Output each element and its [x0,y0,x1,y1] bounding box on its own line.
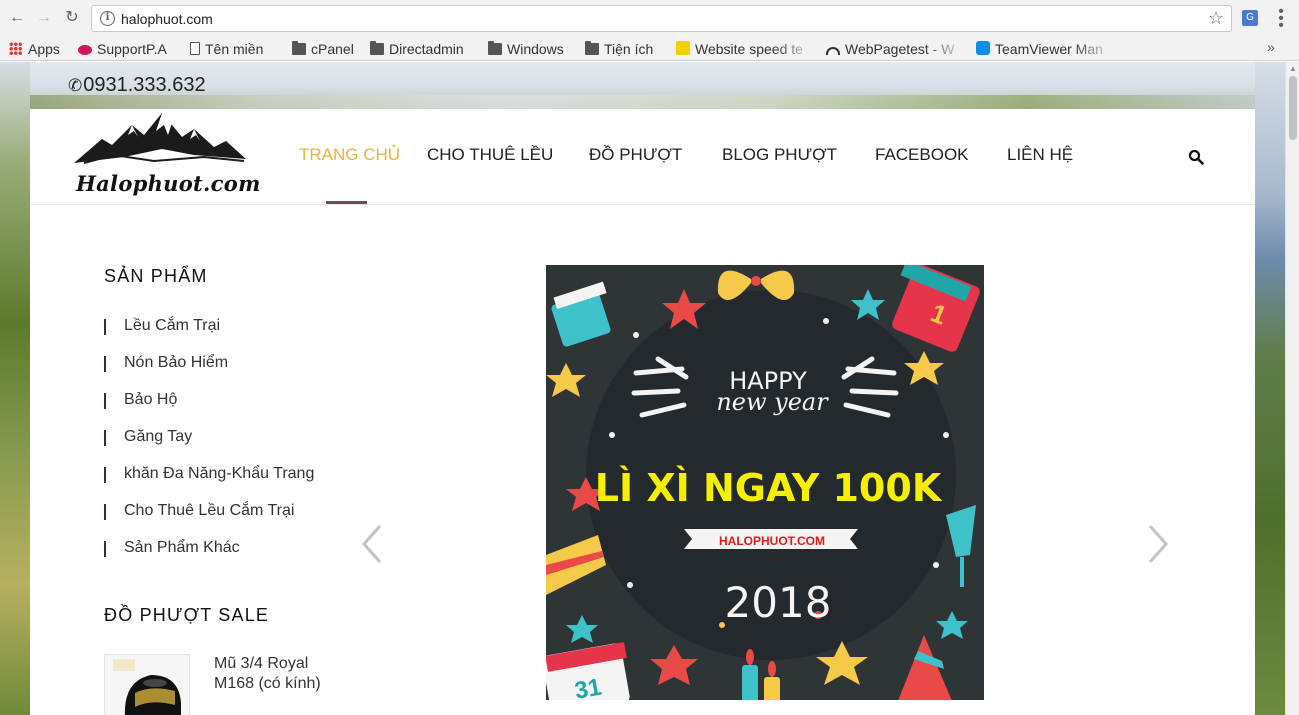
bookmarks-overflow-icon[interactable]: » [1267,39,1275,55]
document-icon [190,42,200,55]
promo-banner[interactable]: 1 HAPPY new year LÌ XÌ NGAY 100K HALOPHU… [546,265,984,700]
folder-icon [292,41,306,55]
banner-headline: LÌ XÌ NGAY 100K [595,466,943,510]
translate-extension-icon[interactable]: G [1242,10,1258,26]
bookmark-label: Windows [507,41,564,57]
bookmark-label: WebPagetest - W [845,41,955,57]
bookmark-label: Directadmin [389,41,464,57]
bookmark-label: Tiện ích [604,41,654,57]
sale-product[interactable]: Mũ 3/4 Royal M168 (có kính) [104,654,324,715]
slider-prev-icon[interactable] [361,524,383,564]
nav-cho-thue-leu[interactable]: CHO THUÊ LỀU [427,145,553,165]
forward-icon[interactable]: → [34,8,54,28]
bookmark-windows[interactable]: Windows [488,39,564,59]
teamviewer-icon [976,41,990,55]
search-icon[interactable] [1188,149,1204,165]
category-gang-tay[interactable]: Găng Tay [104,426,314,463]
phone-number: 0931.333.632 [83,74,206,96]
bookmark-website-speed[interactable]: Website speed te [676,39,816,59]
folder-icon [488,41,502,55]
banner-year: 2018 [725,578,832,627]
reload-icon[interactable]: ↻ [62,8,82,28]
category-non-bao-hiem[interactable]: Nón Bảo Hiểm [104,352,314,389]
address-bar[interactable]: i halophuot.com ☆ [91,5,1232,32]
category-list: Lều Cắm Trại Nón Bảo Hiểm Bảo Hộ Găng Ta… [104,315,314,574]
bookmark-directadmin[interactable]: Directadmin [370,39,464,59]
category-khan-da-nang[interactable]: khăn Đa Năng-Khẩu Trang [104,463,314,500]
bookmark-cpanel[interactable]: cPanel [292,39,354,59]
bookmark-label: Apps [28,41,60,57]
nav-do-phuot[interactable]: ĐỒ PHƯỢT [589,145,682,165]
sidebar-sale-title: ĐỒ PHƯỢT SALE [104,605,270,625]
mountain-logo-icon [74,113,246,164]
site-header: Halophuot.com TRANG CHỦ CHO THUÊ LỀU ĐỒ … [30,109,1255,205]
bookmark-label: cPanel [311,41,354,57]
bookmark-ten-mien[interactable]: Tên miền [190,39,263,59]
bookmark-star-icon[interactable]: ☆ [1208,8,1224,29]
logo-text: Halophuot.com [76,171,261,196]
scroll-thumb[interactable] [1289,76,1297,140]
main-container: Halophuot.com TRANG CHỦ CHO THUÊ LỀU ĐỒ … [30,109,1255,715]
page-scrollbar[interactable]: ▲ [1285,62,1299,715]
nav-trang-chu[interactable]: TRANG CHỦ [299,145,400,165]
hotline[interactable]: ✆0931.333.632 [68,74,206,97]
folder-icon [585,41,599,55]
background-left [0,62,30,715]
active-nav-indicator [326,201,367,204]
category-san-pham-khac[interactable]: Sản Phẩm Khác [104,537,314,574]
bookmark-tien-ich[interactable]: Tiện ích [585,39,653,59]
calendar-bottom-number: 31 [573,674,604,700]
new-year-artwork: 1 HAPPY new year LÌ XÌ NGAY 100K HALOPHU… [546,265,980,700]
nav-blog-phuot[interactable]: BLOG PHƯỢT [722,145,837,165]
url-text[interactable]: halophuot.com [121,11,213,27]
banner-site: HALOPHUOT.COM [719,534,825,548]
bookmark-webpagetest[interactable]: WebPagetest - W [826,39,966,59]
category-bao-ho[interactable]: Bảo Hộ [104,389,314,426]
product-thumbnail[interactable] [104,654,190,715]
bookmark-supportpa[interactable]: SupportP.A [78,39,167,59]
site-logo[interactable]: Halophuot.com [74,111,260,201]
page-viewport: ✆0931.333.632 Halophuot.com TRANG CHỦ CH… [0,62,1285,715]
bookmark-label: SupportP.A [97,41,167,57]
info-icon[interactable]: i [100,11,115,26]
nav-facebook[interactable]: FACEBOOK [875,145,969,165]
sidebar-products-title: SẢN PHẨM [104,266,208,286]
bookmark-label: Tên miền [205,41,264,57]
support-icon [78,45,92,55]
bookmark-apps[interactable]: Apps [9,39,60,59]
browser-toolbar: ← → ↻ i halophuot.com ☆ G • • • [0,0,1299,37]
browser-menu-icon[interactable]: • • • [1275,4,1287,34]
back-icon[interactable]: ← [7,8,27,28]
category-leu-cam-trai[interactable]: Lều Cắm Trại [104,315,314,352]
product-name[interactable]: Mũ 3/4 Royal M168 (có kính) [214,654,322,694]
bookmark-teamviewer[interactable]: TeamViewer Man [976,39,1114,59]
pingdom-icon [676,41,690,55]
background-right [1255,62,1285,715]
nav-lien-he[interactable]: LIÊN HỆ [1007,145,1073,165]
apps-grid-icon [9,42,22,55]
folder-icon [370,41,384,55]
banner-new-year: new year [716,388,829,416]
bookmarks-bar: Apps SupportP.A Tên miền cPanel Directad… [0,37,1299,61]
gauge-icon [826,47,840,55]
scroll-up-icon[interactable]: ▲ [1289,64,1297,73]
bookmark-label: TeamViewer Man [995,41,1103,57]
phone-icon: ✆ [68,76,83,95]
slider-next-icon[interactable] [1147,524,1169,564]
category-cho-thue-leu[interactable]: Cho Thuê Lều Cắm Trại [104,500,314,537]
bookmark-label: Website speed te [695,41,803,57]
